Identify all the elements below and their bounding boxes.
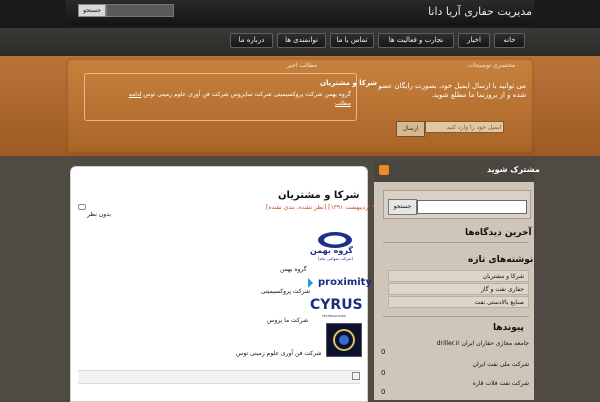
cyrus-logo-text: CYRUS [310, 297, 363, 313]
cyrus-logo-subtext: TECHNOLOGIES [322, 314, 346, 318]
links-title: پیوندها [493, 323, 524, 333]
email-send-button[interactable]: ارسال [396, 121, 425, 137]
toos-logo-graphic [333, 329, 355, 351]
proximity-logo-text: proximity [318, 277, 372, 288]
new-post-item[interactable]: حفاری نفت و گاز [388, 283, 529, 295]
sidebar-link[interactable]: جامعه مجازی حفاران ایران driller.ir [388, 340, 529, 347]
sidebar-search-button[interactable]: جستجو [388, 199, 417, 215]
recent-post-body: گروه بهمن شرکت پروکسیمیتی شرکت سایروس شر… [143, 91, 351, 98]
caption-cyrus: شرکت ما پروس [267, 317, 309, 324]
bahman-logo-text: گروه بهمن [310, 246, 353, 255]
featured-text: می توانید با ارسال ایمیل خود، بصورت رایگ… [378, 82, 526, 99]
nav-home[interactable]: خانه [494, 33, 525, 48]
post-title[interactable]: شرکا و مشتریان [278, 190, 360, 201]
sidebar-search-input[interactable] [417, 200, 527, 214]
sidebar-link[interactable]: شرکت ملی نفت ایران [388, 361, 529, 368]
sidebar-link-count: 0 [381, 348, 386, 356]
rss-icon[interactable] [379, 165, 389, 175]
nav-contact[interactable]: تماس با ما [330, 33, 374, 48]
nav-about[interactable]: درباره ما [230, 33, 273, 48]
post-footer [78, 370, 360, 384]
nav-experience[interactable]: تجارب و فعالیت ها [378, 33, 454, 48]
new-post-item[interactable]: شرکا و مشتریان [388, 270, 529, 282]
sidebar-link-count: 0 [381, 369, 386, 377]
nav-capabilities[interactable]: توانمندی ها [277, 33, 326, 48]
header-search-input[interactable] [106, 4, 174, 17]
site-title[interactable]: مدیریت حفاری آریا دانا [428, 5, 532, 18]
caption-bahman: گروه بهمن [280, 266, 307, 273]
nav-news[interactable]: اخبار [458, 33, 490, 48]
bahman-logo-mark-inner [324, 235, 346, 245]
proximity-logo-mark [308, 278, 313, 288]
recent-posts-title: مطالب اخیر [287, 62, 318, 69]
recent-post-excerpt: گروه بهمن شرکت پروکسیمیتی شرکت سایروس شر… [121, 90, 351, 108]
caption-proximity: شرکت پروکسیمیتی [261, 288, 310, 295]
bahman-logo-subtext: (شرکت سهامی عام) [318, 256, 354, 261]
toos-logo [326, 323, 362, 357]
sidebar-divider [383, 316, 529, 317]
recent-post-heading[interactable]: شرکا و مشتریان [320, 79, 377, 87]
email-input[interactable]: ایمیل خود را وارد کنید [425, 121, 504, 133]
header-search-button[interactable]: جستجو [78, 4, 106, 17]
sidebar-link[interactable]: شرکت نفت فلات قاره [388, 380, 529, 387]
post-comments-link[interactable]: بدون نظر [87, 211, 111, 218]
post-footer-icon [352, 372, 360, 380]
comment-icon [78, 204, 86, 210]
post-meta: [تاریخ ۹ اردیبهشت ۱۳۹۱] [نظر نشده، بندی … [266, 204, 391, 211]
subscribe-title: مشترک شوید [487, 165, 540, 174]
new-post-item[interactable]: صنایع بالادستی نفت [388, 296, 529, 308]
toos-logo-core [339, 335, 349, 345]
new-posts-title: نوشته‌های تازه [468, 255, 534, 265]
caption-toos: شرکت فن آوری علوم زمینی توس [236, 350, 322, 357]
sidebar-divider [383, 242, 529, 243]
latest-comments-title: آخرین دیدگاه‌ها [465, 228, 532, 238]
featured-title: مختصری توضیحات [468, 62, 516, 69]
sidebar-link-count: 0 [381, 388, 386, 396]
